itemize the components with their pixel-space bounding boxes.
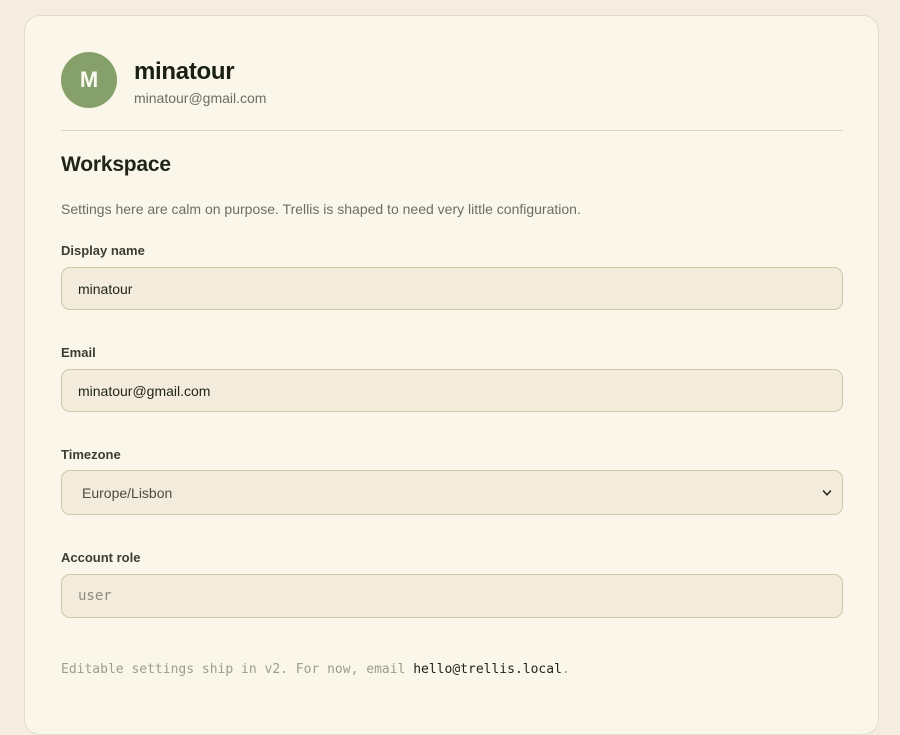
- contact-email-link[interactable]: hello@trellis.local: [413, 662, 562, 677]
- footnote-text: Editable settings ship in v2. For now, e…: [61, 662, 414, 677]
- footnote-suffix: .: [561, 662, 570, 677]
- account-role-value: user: [78, 588, 112, 604]
- avatar: M: [61, 52, 117, 108]
- section-title: Workspace: [61, 153, 171, 176]
- account-role-label: Account role: [61, 550, 141, 565]
- profile-header: M minatour minatour@gmail.com: [61, 52, 266, 108]
- timezone-label: Timezone: [61, 447, 121, 462]
- profile-name: minatour: [134, 57, 235, 85]
- footnote: Editable settings ship in v2. For now, e…: [61, 662, 570, 677]
- timezone-select[interactable]: Europe/Lisbon: [61, 470, 843, 515]
- settings-card: M minatour minatour@gmail.com Workspace …: [24, 15, 879, 735]
- email-value: minatour@gmail.com: [78, 382, 211, 399]
- profile-info: minatour minatour@gmail.com: [134, 57, 266, 106]
- divider: [61, 130, 843, 131]
- account-role-field: user: [61, 574, 843, 618]
- section-description: Settings here are calm on purpose. Trell…: [61, 201, 581, 217]
- email-label: Email: [61, 345, 96, 360]
- display-name-value: minatour: [78, 280, 133, 297]
- chevron-down-icon: [822, 489, 832, 496]
- display-name-field[interactable]: minatour: [61, 267, 843, 310]
- display-name-label: Display name: [61, 243, 145, 258]
- email-field[interactable]: minatour@gmail.com: [61, 369, 843, 412]
- timezone-value: Europe/Lisbon: [82, 484, 173, 501]
- profile-email: minatour@gmail.com: [134, 89, 267, 106]
